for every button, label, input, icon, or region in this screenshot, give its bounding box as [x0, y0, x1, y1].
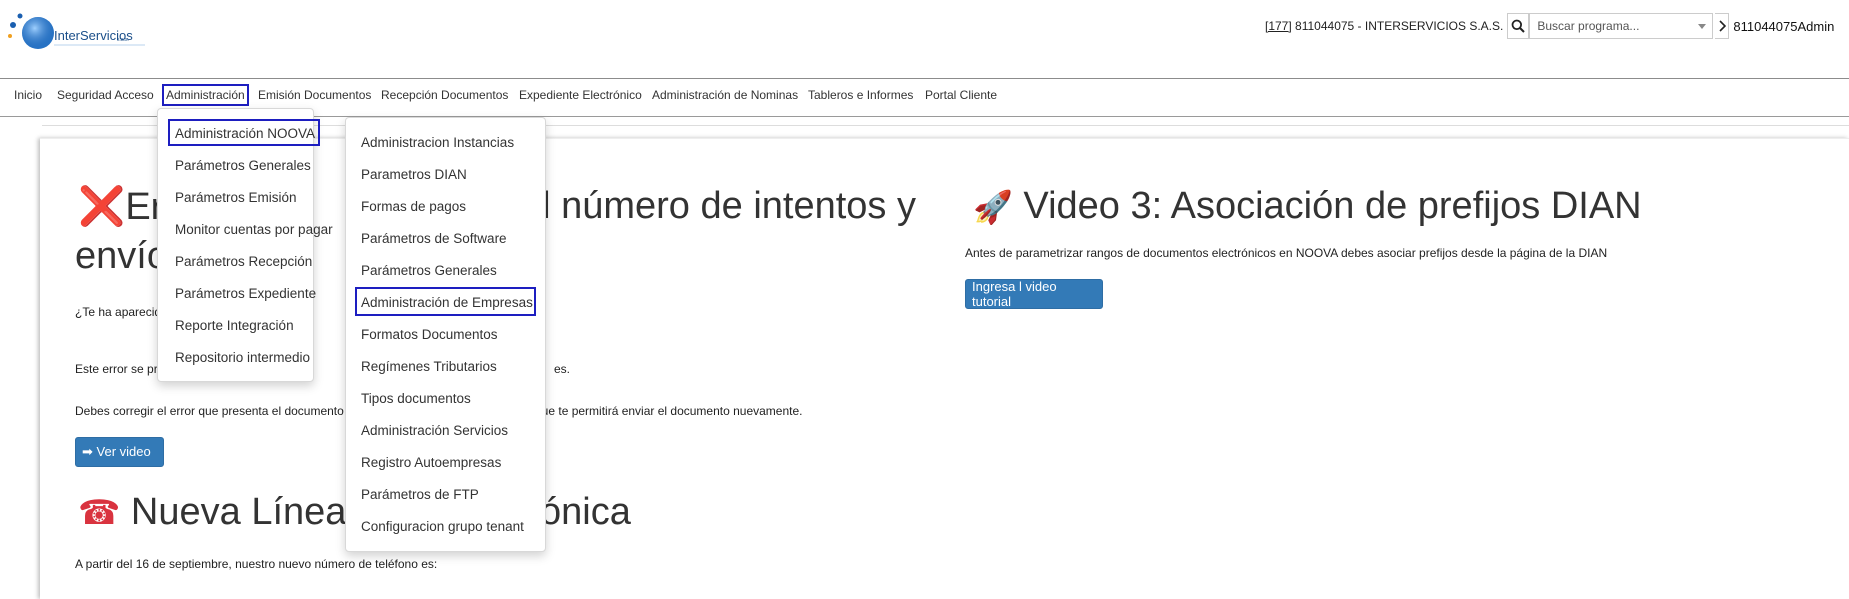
menu-item-reporte-integracion[interactable]: Reporte Integración: [175, 318, 294, 333]
user-menu[interactable]: 811044075Admin: [1733, 19, 1834, 34]
company-logo[interactable]: InterServicios s.a.s.: [5, 5, 148, 60]
nav-emision-documentos[interactable]: Emisión Documentos: [258, 88, 371, 102]
nav-seguridad-acceso[interactable]: Seguridad Acceso: [57, 88, 154, 102]
video3-heading: 🚀 Video 3: Asociación de prefijos DIAN: [973, 185, 1642, 228]
chevron-down-icon: [1698, 24, 1707, 29]
nav-inicio[interactable]: Inicio: [14, 88, 42, 102]
menu-item-parametros-expediente[interactable]: Parámetros Expediente: [175, 286, 316, 301]
search-placeholder: Buscar programa...: [1537, 19, 1640, 33]
phone-announcement: A partir del 16 de septiembre, nuestro n…: [75, 557, 438, 571]
tutorial-button[interactable]: Ingresa l video tutorial: [965, 279, 1103, 309]
chevron-right-icon: [1719, 20, 1726, 32]
submenu-item-registro-autoempresas[interactable]: Registro Autoempresas: [361, 455, 501, 470]
submenu-item-formatos-documentos[interactable]: Formatos Documentos: [361, 327, 498, 342]
phone-heading-end: ónica: [540, 491, 631, 533]
video3-description: Antes de parametrizar rangos de document…: [965, 246, 1608, 260]
nav-recepcion-documentos[interactable]: Recepción Documentos: [381, 88, 508, 102]
error-description-start: Este error se pre: [75, 362, 165, 376]
submenu-item-parametros-dian[interactable]: Parametros DIAN: [361, 167, 467, 182]
header-toolbar: [177] 811044075 - INTERSERVICIOS S.A.S. …: [1265, 12, 1834, 40]
submenu-item-administracion-servicios[interactable]: Administración Servicios: [361, 423, 508, 438]
error-fix-start: Debes corregir el error que presenta el …: [75, 404, 354, 418]
video3-title: Video 3: Asociación de prefijos DIAN: [1023, 185, 1642, 227]
error-fix-end: que te permitirá enviar el documento nue…: [535, 404, 803, 418]
cross-icon: ❌: [78, 186, 126, 228]
ver-video-button[interactable]: ➡ Ver video: [75, 437, 164, 467]
noova-submenu: Administracion Instancias Parametros DIA…: [345, 117, 546, 552]
selected-item-highlight: [168, 119, 320, 146]
company-selector[interactable]: [177] 811044075 - INTERSERVICIOS S.A.S.: [1265, 19, 1503, 33]
telephone-icon: ☎: [78, 494, 121, 532]
submenu-item-parametros-generales[interactable]: Parámetros Generales: [361, 263, 497, 278]
submenu-item-parametros-ftp[interactable]: Parámetros de FTP: [361, 487, 479, 502]
logo-suffix: s.a.s.: [117, 37, 129, 43]
admin-dropdown-menu: Administración NOOVA Parámetros Generale…: [157, 108, 333, 382]
error-question: ¿Te ha aparecid: [75, 305, 162, 319]
submenu-item-regimenes-tributarios[interactable]: Regímenes Tributarios: [361, 359, 497, 374]
submenu-item-formas-pagos[interactable]: Formas de pagos: [361, 199, 466, 214]
search-icon: [1511, 19, 1526, 33]
error-heading: ❌Er: [78, 185, 163, 229]
program-search-select[interactable]: Buscar programa...: [1529, 13, 1714, 39]
submenu-item-configuracion-grupo-tenant[interactable]: Configuracion grupo tenant: [361, 519, 524, 534]
submenu-item-parametros-software[interactable]: Parámetros de Software: [361, 231, 507, 246]
menu-item-parametros-recepcion[interactable]: Parámetros Recepción: [175, 254, 312, 269]
nav-administracion[interactable]: Administración: [162, 84, 249, 106]
submenu-item-tipos-documentos[interactable]: Tipos documentos: [361, 391, 471, 406]
menu-item-monitor-cuentas[interactable]: Monitor cuentas por pagar: [175, 222, 333, 237]
nav-administracion-nominas[interactable]: Administración de Nominas: [652, 88, 798, 102]
nav-tableros-informes[interactable]: Tableros e Informes: [808, 88, 913, 102]
company-name: 811044075 - INTERSERVICIOS S.A.S.: [1291, 19, 1504, 33]
company-code: [177]: [1265, 19, 1292, 33]
menu-item-parametros-emision[interactable]: Parámetros Emisión: [175, 190, 297, 205]
nav-portal-cliente[interactable]: Portal Cliente: [925, 88, 997, 102]
error-description-end: es.: [554, 362, 571, 376]
go-button[interactable]: [1715, 13, 1730, 39]
submenu-item-administracion-instancias[interactable]: Administracion Instancias: [361, 135, 514, 150]
menu-item-repositorio-intermedio[interactable]: Repositorio intermedio: [175, 350, 310, 365]
nav-expediente-electronico[interactable]: Expediente Electrónico: [519, 88, 642, 102]
rocket-icon: 🚀: [973, 189, 1013, 225]
search-button[interactable]: [1507, 13, 1530, 39]
menu-item-parametros-generales[interactable]: Parámetros Generales: [175, 158, 311, 173]
selected-subitem-highlight: [355, 287, 536, 316]
